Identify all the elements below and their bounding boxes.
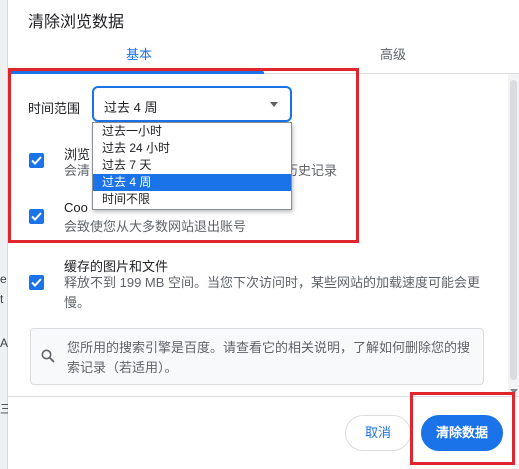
dropdown-option-selected[interactable]: 过去 4 周 — [93, 174, 291, 191]
dropdown-arrow-icon — [270, 102, 278, 107]
scroll-down-arrow-icon[interactable] — [510, 389, 518, 394]
cookies-title: Coo — [64, 200, 88, 215]
search-engine-info-box: 您所用的搜索引擎是百度。请查看它的相关说明，了解如何删除您的搜索记录（若适用）。 — [30, 328, 484, 385]
cookies-description: 会致使您从大多数网站退出账号 — [64, 219, 247, 234]
cached-images-description: 释放不到 199 MB 空间。当您下次访问时，某些网站的加载速度可能会更慢。 — [64, 275, 481, 310]
checkmark-icon — [31, 278, 42, 287]
clear-browsing-data-dialog: 清除浏览数据 基本 高级 时间范围 过去 4 周 浏览 会清 历史记录 Coo … — [8, 0, 519, 469]
browsing-history-description: 会清 — [64, 163, 91, 178]
cached-images-checkbox[interactable] — [29, 275, 44, 290]
time-range-label: 时间范围 — [28, 101, 81, 116]
checkmark-icon — [31, 212, 42, 221]
tab-advanced[interactable]: 高级 — [380, 44, 406, 63]
background-page: e t A 三 — [0, 0, 12, 469]
time-range-select[interactable]: 过去 4 周 — [92, 86, 292, 122]
active-tab-indicator — [8, 71, 264, 74]
browsing-history-description-tail: 历史记录 — [285, 163, 338, 178]
footer-divider — [8, 396, 519, 397]
cancel-button[interactable]: 取消 — [345, 415, 411, 451]
search-icon — [41, 349, 55, 363]
tab-basic[interactable]: 基本 — [126, 44, 152, 63]
scrollbar-thumb[interactable] — [510, 80, 517, 380]
search-engine-info-text: 您所用的搜索引擎是百度。请查看它的相关说明，了解如何删除您的搜索记录（若适用）。 — [67, 340, 471, 375]
background-text: e — [0, 272, 7, 286]
dialog-title: 清除浏览数据 — [28, 14, 125, 31]
dropdown-option[interactable]: 时间不限 — [93, 191, 291, 208]
dropdown-option[interactable]: 过去 7 天 — [93, 157, 291, 174]
browsing-history-checkbox[interactable] — [29, 153, 44, 168]
clear-data-button[interactable]: 清除数据 — [421, 415, 503, 451]
dropdown-option[interactable]: 过去一小时 — [93, 123, 291, 140]
checkmark-icon — [31, 156, 42, 165]
dropdown-option[interactable]: 过去 24 小时 — [93, 140, 291, 157]
time-range-dropdown-list: 过去一小时 过去 24 小时 过去 7 天 过去 4 周 时间不限 — [92, 122, 292, 210]
time-range-selected-value: 过去 4 周 — [104, 100, 158, 115]
background-text: t — [0, 292, 4, 306]
dialog-scrollbar[interactable] — [508, 74, 519, 396]
tab-bar: 基本 高级 — [8, 36, 519, 74]
cookies-checkbox[interactable] — [29, 209, 44, 224]
background-text: A — [0, 336, 9, 350]
